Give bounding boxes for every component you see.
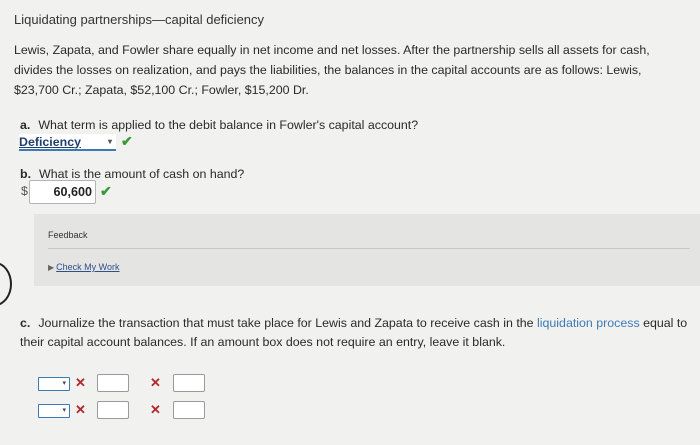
chevron-down-icon: ▾ [62,380,66,387]
side-arc-decoration [0,262,12,306]
liquidation-process-link[interactable]: liquidation process [537,316,640,330]
check-my-work-link[interactable]: ▶ Check My Work [48,262,120,272]
question-b-letter: b. [20,167,32,181]
check-icon: ✔ [100,183,112,199]
question-a-letter: a. [20,118,31,132]
x-icon: ✕ [75,375,86,390]
question-b-text: What is the amount of cash on hand? [39,167,245,181]
check-my-work-label: Check My Work [56,262,120,272]
credit-input[interactable] [173,401,205,419]
account-select[interactable]: ▾ [38,404,70,418]
feedback-divider [48,248,690,249]
cash-amount-input[interactable]: 60,600 [29,180,96,204]
chevron-down-icon: ▾ [62,407,66,414]
x-icon: ✕ [150,375,161,390]
credit-input[interactable] [173,374,205,392]
chevron-down-icon: ▾ [107,137,112,146]
currency-symbol: $ [21,184,28,198]
question-c-text-before: Journalize the transaction that must tak… [38,316,538,330]
dropdown-selected-value: Deficiency [19,134,81,149]
question-c: c. Journalize the transaction that must t… [20,314,694,352]
debit-input[interactable] [97,374,129,392]
question-b: b. What is the amount of cash on hand? [20,167,244,181]
question-a-text: What term is applied to the debit balanc… [38,118,419,132]
check-icon: ✔ [121,133,133,149]
question-a: a. What term is applied to the debit bala… [20,118,418,132]
journal-row: ▾ ✕ ✕ [38,374,238,394]
account-select[interactable]: ▾ [38,377,70,391]
feedback-panel: Feedback ▶ Check My Work [34,214,700,286]
journal-row: ▾ ✕ ✕ [38,401,238,421]
feedback-label: Feedback [48,230,88,240]
deficiency-dropdown[interactable]: Deficiency ▾ [19,134,116,151]
debit-input[interactable] [97,401,129,419]
page-title: Liquidating partnerships—capital deficie… [14,12,265,27]
expand-triangle-icon: ▶ [48,263,55,272]
x-icon: ✕ [75,402,86,417]
x-icon: ✕ [150,402,161,417]
question-c-letter: c. [20,316,31,330]
problem-intro: Lewis, Zapata, and Fowler share equally … [14,43,650,97]
